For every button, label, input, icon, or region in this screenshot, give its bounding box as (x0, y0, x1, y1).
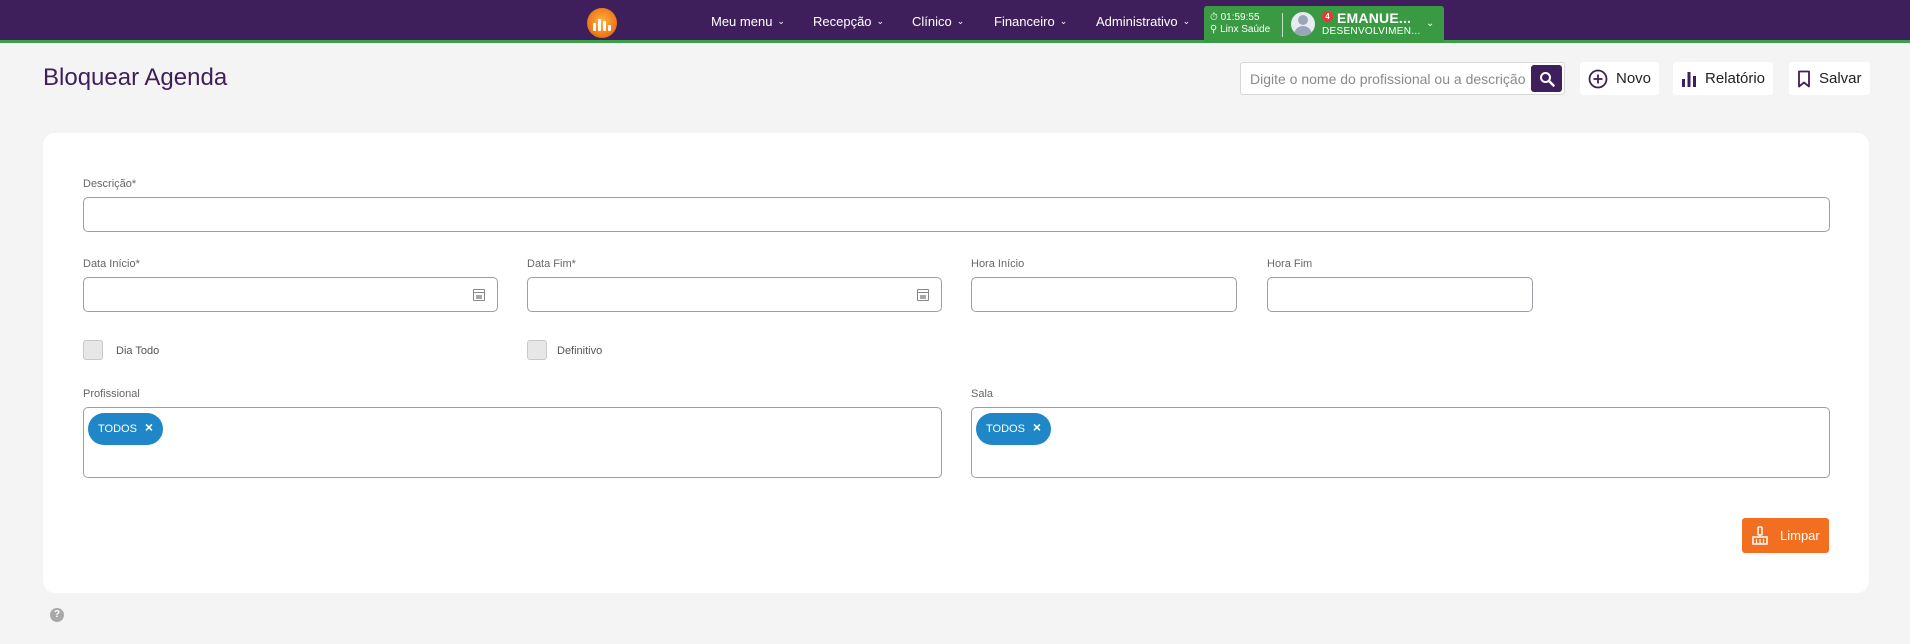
end-date-label: Data Fim* (527, 258, 576, 270)
chevron-down-icon: ⌄ (777, 16, 785, 26)
save-button-label: Salvar (1819, 70, 1862, 87)
start-date-label: Data Início* (83, 258, 140, 270)
calendar-icon[interactable] (473, 289, 485, 301)
new-button[interactable]: Novo (1580, 62, 1660, 95)
user-panel[interactable]: ⏱ 01:59:55 ⚲ Linx Saúde 4 EMANUE... DESE… (1204, 6, 1444, 43)
professional-tag: TODOS × (88, 413, 164, 445)
calendar-icon[interactable] (917, 289, 929, 301)
search-box (1240, 62, 1565, 95)
nav-item-financeiro[interactable]: Financeiro ⌄ (994, 0, 1067, 43)
start-date-field (83, 277, 498, 312)
description-field (83, 197, 1830, 232)
notification-badge[interactable]: 4 (1322, 11, 1333, 22)
nav-item-administrativo[interactable]: Administrativo ⌄ (1096, 0, 1190, 43)
chevron-down-icon[interactable]: ⌄ (1426, 18, 1434, 29)
chevron-down-icon: ⌄ (1059, 16, 1068, 26)
location-pin-icon: ⚲ (1210, 24, 1218, 35)
divider (1282, 13, 1283, 37)
professional-multiselect[interactable]: TODOS × (83, 407, 942, 478)
all-day-label: Dia Todo (116, 345, 160, 357)
user-role: DESENVOLVIMEN... (1322, 26, 1421, 37)
tag-label: TODOS (98, 423, 137, 435)
remove-tag-icon[interactable]: × (1033, 420, 1041, 434)
help-icon[interactable]: ? (50, 608, 64, 622)
description-label: Descrição* (83, 178, 137, 190)
session-info: ⏱ 01:59:55 ⚲ Linx Saúde (1210, 12, 1270, 36)
broom-icon (1752, 525, 1768, 545)
start-date-input[interactable] (84, 278, 497, 311)
end-time-label: Hora Fim (1267, 258, 1313, 270)
definitive-checkbox[interactable] (527, 340, 547, 360)
report-button[interactable]: Relatório (1673, 62, 1774, 95)
start-time-label: Hora Início (971, 258, 1025, 270)
end-time-input[interactable] (1268, 278, 1532, 311)
chevron-down-icon: ⌄ (876, 16, 885, 26)
nav-item-label: Meu menu (711, 14, 773, 29)
tag-label: TODOS (986, 423, 1025, 435)
session-timer: 01:59:55 (1220, 12, 1260, 23)
report-button-label: Relatório (1705, 70, 1766, 87)
clear-button-label: Limpar (1780, 528, 1820, 543)
avatar[interactable] (1291, 12, 1315, 36)
end-time-field (1267, 277, 1533, 312)
search-input[interactable] (1242, 64, 1527, 93)
search-icon (1539, 71, 1555, 87)
clock-icon: ⏱ (1210, 12, 1218, 23)
start-time-field (971, 277, 1237, 312)
description-input[interactable] (84, 198, 1829, 231)
end-date-field (527, 277, 942, 312)
search-button[interactable] (1531, 65, 1562, 92)
nav-item-label: Financeiro (994, 14, 1055, 29)
clear-button[interactable]: Limpar (1742, 518, 1829, 553)
end-date-input[interactable] (528, 278, 941, 311)
bookmark-icon (1798, 70, 1810, 87)
room-multiselect[interactable]: TODOS × (971, 407, 1830, 478)
nav-item-label: Recepção (813, 14, 872, 29)
nav-item-clinico[interactable]: Clínico ⌄ (912, 0, 964, 43)
form-card: Descrição* Data Início* Data Fim* Hora I… (43, 133, 1869, 593)
page-title: Bloquear Agenda (43, 64, 228, 91)
location-label: Linx Saúde (1220, 24, 1271, 35)
start-time-input[interactable] (972, 278, 1236, 311)
chevron-down-icon: ⌄ (956, 16, 965, 26)
new-button-label: Novo (1616, 70, 1652, 87)
definitive-label: Definitivo (557, 345, 603, 357)
nav-item-recepcao[interactable]: Recepção ⌄ (813, 0, 884, 43)
remove-tag-icon[interactable]: × (145, 420, 153, 434)
nav-item-label: Administrativo (1096, 14, 1178, 29)
app-logo-icon[interactable] (587, 8, 617, 38)
user-name: EMANUE... (1337, 10, 1412, 26)
top-navbar: Meu menu ⌄ Recepção ⌄ Clínico ⌄ Financeiro ⌄… (0, 0, 1910, 43)
room-tag: TODOS × (976, 413, 1052, 445)
nav-item-meu-menu[interactable]: Meu menu ⌄ (711, 0, 785, 43)
all-day-checkbox[interactable] (83, 340, 103, 360)
professional-label: Profissional (83, 388, 140, 400)
plus-circle-icon (1588, 69, 1608, 88)
chevron-down-icon: ⌄ (1182, 16, 1191, 26)
room-label: Sala (971, 388, 994, 400)
save-button[interactable]: Salvar (1789, 62, 1870, 95)
nav-item-label: Clínico (912, 14, 952, 29)
bar-chart-icon (1682, 71, 1696, 87)
